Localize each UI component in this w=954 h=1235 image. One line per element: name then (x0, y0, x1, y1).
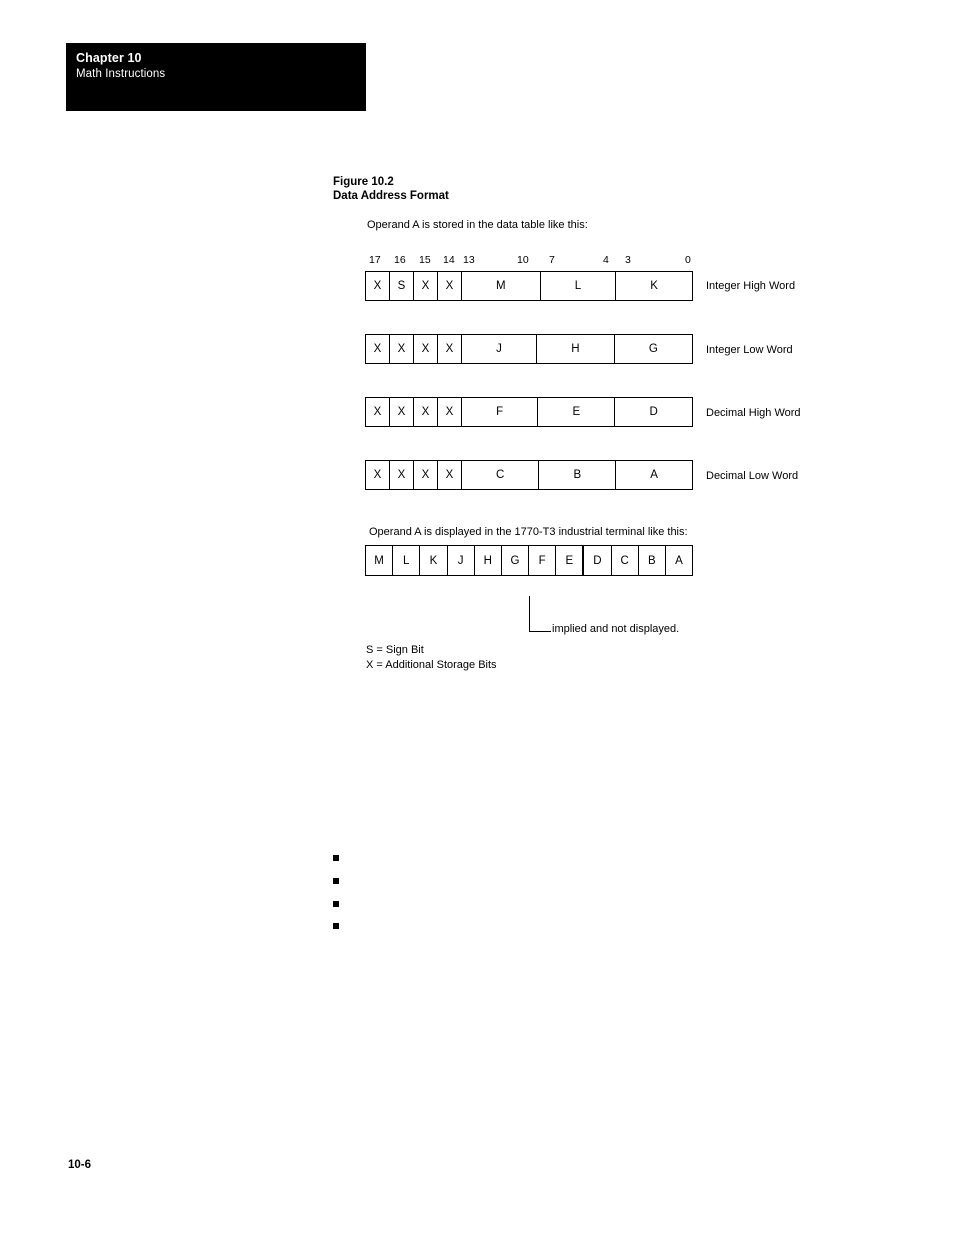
decimal-point-callout-line (529, 596, 551, 632)
nibble-cell: K (650, 280, 658, 292)
bit-cell: X (366, 272, 390, 300)
bullet-marker (333, 855, 339, 861)
bullet-marker (333, 923, 339, 929)
figure-number: Figure 10.2 (333, 176, 394, 188)
decimal-point-callout-text: implied and not displayed. (552, 623, 680, 635)
word-row-label: Integer Low Word (706, 344, 793, 356)
bit-cell: X (438, 461, 462, 489)
nibble-cell: D (649, 406, 658, 418)
terminal-digit-cell: G (502, 546, 530, 575)
bit-number-label: 16 (394, 254, 406, 266)
bit-cell: X (438, 272, 462, 300)
nibble-cell: A (650, 469, 658, 481)
bit-cell: X (414, 272, 438, 300)
page-number: 10-6 (68, 1159, 92, 1171)
terminal-digit-cell: D (584, 546, 612, 575)
bit-cell: X (366, 461, 390, 489)
terminal-digit-cell: E (556, 546, 585, 575)
bit-cell: X (366, 398, 390, 426)
word-row: XXXXCBA (365, 460, 693, 490)
chapter-number: Chapter 10 (76, 51, 142, 65)
nibble-cell: E (538, 398, 616, 426)
bit-number-ruler: 17 16 15 14 13 10 7 4 3 0 (365, 254, 693, 269)
bit-cell: X (366, 335, 390, 363)
chapter-subject: Math Instructions (76, 68, 166, 80)
bit-cell: X (390, 335, 414, 363)
word-row-label: Decimal High Word (706, 407, 801, 419)
word-row: XSXXMLK (365, 271, 693, 301)
terminal-digit-cell: L (393, 546, 421, 575)
figure-title: Data Address Format (333, 190, 449, 202)
word-row-label: Decimal Low Word (706, 470, 799, 482)
bit-cell: S (390, 272, 414, 300)
terminal-digit-cell: M (366, 546, 394, 575)
terminal-digit-cell: K (420, 546, 448, 575)
stored-intro-text: Operand A is stored in the data table li… (367, 219, 588, 231)
bit-number-label: 7 (549, 254, 555, 266)
bit-number-label: 3 (625, 254, 631, 266)
chapter-header-bar: Chapter 10 Math Instructions (66, 43, 366, 111)
legend: S = Sign Bit X = Additional Storage Bits (366, 643, 497, 672)
bit-cell: X (414, 398, 438, 426)
bit-cell: X (390, 398, 414, 426)
terminal-digit-cell: A (675, 554, 683, 567)
bit-number-label: 10 (517, 254, 529, 266)
terminal-digit-cell: J (448, 546, 475, 575)
bullet-marker (333, 901, 339, 907)
bit-cell: X (438, 398, 462, 426)
displayed-intro-text: Operand A is displayed in the 1770-T3 in… (369, 526, 688, 538)
terminal-display-row: MLKJHGFEDCBA (365, 545, 693, 576)
word-row: XXXXJHG (365, 334, 693, 364)
nibble-cell: G (648, 343, 658, 355)
figure-caption: Figure 10.2 Data Address Format (333, 175, 449, 203)
bit-number-label: 14 (443, 254, 455, 266)
bit-number-label: 15 (419, 254, 431, 266)
legend-storage-bits: X = Additional Storage Bits (366, 658, 497, 671)
word-row: XXXXFED (365, 397, 693, 427)
bit-cell: X (438, 335, 462, 363)
terminal-digit-cell: B (639, 546, 666, 575)
bit-cell: X (390, 461, 414, 489)
nibble-cell: M (462, 272, 541, 300)
nibble-cell: H (537, 335, 615, 363)
bullet-marker (333, 878, 339, 884)
terminal-digit-cell: F (529, 546, 557, 575)
nibble-cell: L (541, 272, 617, 300)
terminal-digit-cell: C (612, 546, 639, 575)
nibble-cell: J (462, 335, 538, 363)
bit-number-label: 13 (463, 254, 475, 266)
nibble-cell: B (539, 461, 617, 489)
word-row-label: Integer High Word (706, 280, 796, 292)
legend-sign-bit: S = Sign Bit (366, 644, 424, 656)
bit-number-label: 4 (603, 254, 609, 266)
bit-number-label: 17 (369, 254, 381, 266)
terminal-digit-cell: H (475, 546, 502, 575)
nibble-cell: C (462, 461, 540, 489)
nibble-cell: F (462, 398, 539, 426)
bit-cell: X (414, 335, 438, 363)
bit-cell: X (414, 461, 438, 489)
bit-number-label: 0 (685, 254, 691, 266)
